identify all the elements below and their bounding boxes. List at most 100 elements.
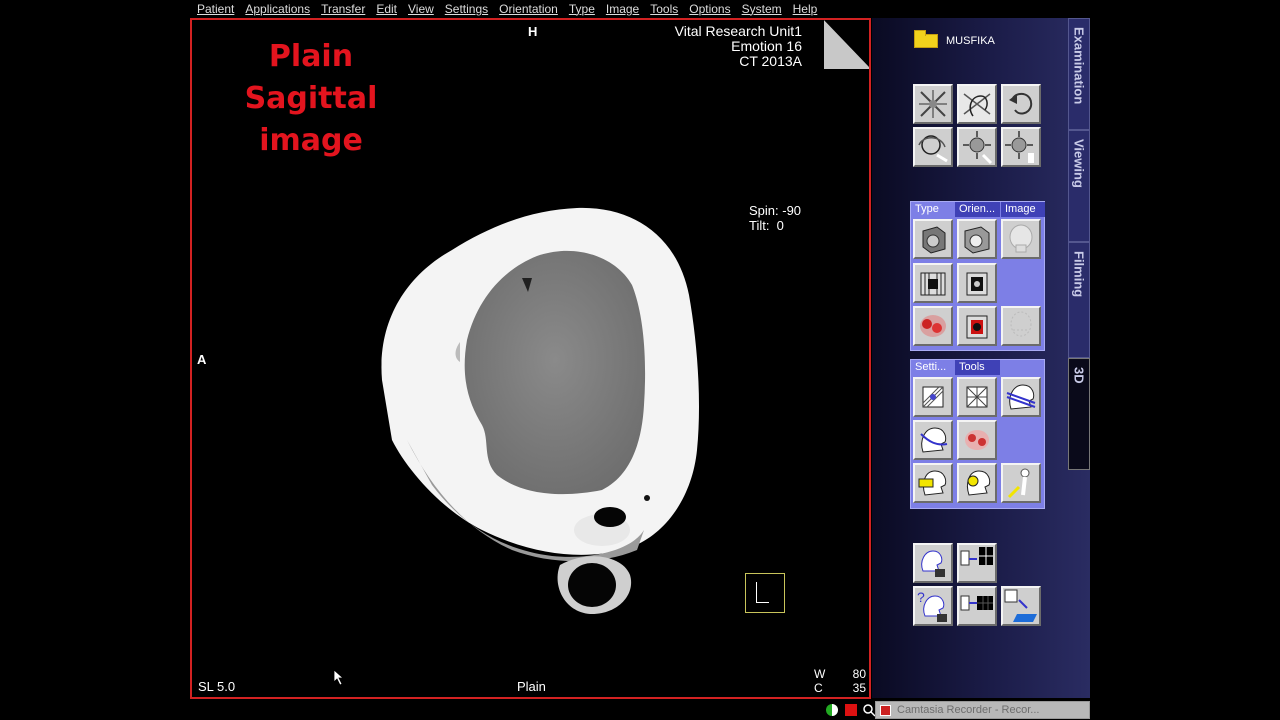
- mouse-cursor-icon: [334, 670, 344, 686]
- window-value: 80: [852, 667, 866, 681]
- tab-settings[interactable]: Setti...: [911, 360, 954, 375]
- camtasia-recorder-window[interactable]: Camtasia Recorder - Recor...: [875, 701, 1090, 719]
- send-to-film-button[interactable]: [957, 543, 997, 583]
- recon-type-label: Plain: [517, 679, 546, 694]
- tab-filming[interactable]: Filming: [1068, 242, 1090, 358]
- menu-options[interactable]: Options: [689, 2, 730, 16]
- left-orientation-marker: A: [197, 352, 207, 367]
- top-orientation-marker: H: [528, 24, 538, 39]
- sculpt-head-icon: [920, 427, 948, 453]
- tab-viewing[interactable]: Viewing: [1068, 130, 1090, 242]
- side-tab-strip: Examination Viewing Filming 3D: [1068, 18, 1090, 698]
- menu-system[interactable]: System: [742, 2, 782, 16]
- segment-color-icon: [965, 430, 989, 450]
- scale-marker: [745, 573, 785, 613]
- send-grid-icon: [960, 595, 993, 611]
- tools-highlight-button[interactable]: [957, 463, 997, 503]
- menu-transfer[interactable]: Transfer: [321, 2, 365, 16]
- undo-rotate-tool-button[interactable]: [1001, 84, 1041, 124]
- tools-segment-button[interactable]: [957, 420, 997, 460]
- menu-type[interactable]: Type: [569, 2, 595, 16]
- reset-tool-button[interactable]: [1001, 127, 1041, 167]
- undo-arrow-icon: [1009, 92, 1033, 115]
- center-value: 35: [852, 681, 866, 695]
- highlight-head-icon: [966, 470, 991, 496]
- rotate-view-icon: [963, 93, 991, 117]
- annotate-figure-icon: [1007, 468, 1030, 499]
- page-corner-fold[interactable]: [824, 20, 869, 69]
- save-head-icon: [921, 550, 945, 577]
- send-to-grid-button[interactable]: [957, 586, 997, 626]
- type-slab-button[interactable]: [913, 263, 953, 303]
- type-volume-button[interactable]: [913, 219, 953, 259]
- tab-tools[interactable]: Tools: [955, 360, 1000, 375]
- wireframe-head-icon: [1010, 311, 1032, 337]
- save-image-button[interactable]: [913, 543, 953, 583]
- patient-folder-label: MUSFIKA: [946, 35, 995, 47]
- type-color-render-button[interactable]: [913, 306, 953, 346]
- tab-examination[interactable]: Examination: [1068, 18, 1090, 130]
- help-head-icon: ?: [917, 589, 947, 622]
- tools-sculpt-button[interactable]: [913, 420, 953, 460]
- type-skull-button[interactable]: [1001, 219, 1041, 259]
- menu-view[interactable]: View: [408, 2, 434, 16]
- menu-applications[interactable]: Applications: [245, 2, 310, 16]
- center-label: C: [814, 681, 823, 695]
- orbit-tool-button[interactable]: [913, 127, 953, 167]
- help-save-button[interactable]: ?: [913, 586, 953, 626]
- scanner-model: Emotion 16: [731, 38, 802, 54]
- measure-head-icon: [918, 470, 947, 496]
- menu-orientation[interactable]: Orientation: [499, 2, 558, 16]
- send-film-icon: [960, 547, 993, 566]
- color-render-icon: [920, 315, 946, 337]
- institution-info: Vital Research Unit1 Emotion 16 CT 2013A: [632, 24, 802, 69]
- window-label: W: [814, 667, 826, 681]
- zoom-tray-icon: [863, 704, 876, 717]
- tab-type[interactable]: Type: [911, 202, 954, 217]
- folder-icon: [914, 30, 938, 48]
- patient-folder[interactable]: MUSFIKA: [914, 30, 995, 48]
- scanner-id: CT 2013A: [739, 53, 802, 69]
- type-mpr-button[interactable]: [957, 219, 997, 259]
- slice-thickness-label: SL 5.0: [198, 679, 236, 694]
- render-params-icon: [922, 386, 944, 408]
- pan-arrows-icon: [919, 90, 947, 118]
- menu-tools[interactable]: Tools: [650, 2, 678, 16]
- image-viewport[interactable]: Plain Sagittal image H A Vital Research …: [190, 18, 871, 699]
- menu-edit[interactable]: Edit: [376, 2, 397, 16]
- pan-zoom-tool-button[interactable]: [913, 84, 953, 124]
- type-slab-mip-button[interactable]: [957, 263, 997, 303]
- annotation-title-line2: image: [259, 123, 363, 158]
- tilt-label: Tilt: 0: [749, 218, 784, 233]
- institution-name: Vital Research Unit1: [674, 23, 802, 39]
- export-folder-icon: [1004, 589, 1037, 622]
- camtasia-icon: [880, 704, 891, 716]
- recorder-title: Camtasia Recorder - Recor...: [897, 704, 1040, 716]
- tools-cut-plane-button[interactable]: [1001, 377, 1041, 417]
- export-button[interactable]: [1001, 586, 1041, 626]
- slab-stack-icon: [920, 272, 946, 296]
- tools-annotate-button[interactable]: [1001, 463, 1041, 503]
- tab-image[interactable]: Image: [1001, 202, 1045, 217]
- network-status-icon: [826, 704, 838, 716]
- type-wireframe-button[interactable]: [1001, 306, 1041, 346]
- settings-grid-button[interactable]: [957, 377, 997, 417]
- menu-settings[interactable]: Settings: [445, 2, 488, 16]
- menu-help[interactable]: Help: [793, 2, 818, 16]
- move-hand-icon: [963, 131, 993, 165]
- cut-render-icon: [966, 315, 988, 339]
- move-tool-button[interactable]: [957, 127, 997, 167]
- menu-patient[interactable]: Patient: [197, 2, 234, 16]
- skull-icon: [1009, 224, 1033, 253]
- tab-orientation[interactable]: Orien...: [955, 202, 1000, 217]
- rotate-view-tool-button[interactable]: [957, 84, 997, 124]
- tab-3d[interactable]: 3D: [1068, 358, 1090, 470]
- menu-image[interactable]: Image: [606, 2, 639, 16]
- tools-measure-button[interactable]: [913, 463, 953, 503]
- settings-render-params-button[interactable]: [913, 377, 953, 417]
- slab-mip-icon: [966, 272, 988, 296]
- mpr-cube-icon: [964, 226, 990, 254]
- grid-cross-icon: [966, 386, 988, 408]
- volume-cube-icon: [922, 226, 946, 254]
- type-cut-render-button[interactable]: [957, 306, 997, 346]
